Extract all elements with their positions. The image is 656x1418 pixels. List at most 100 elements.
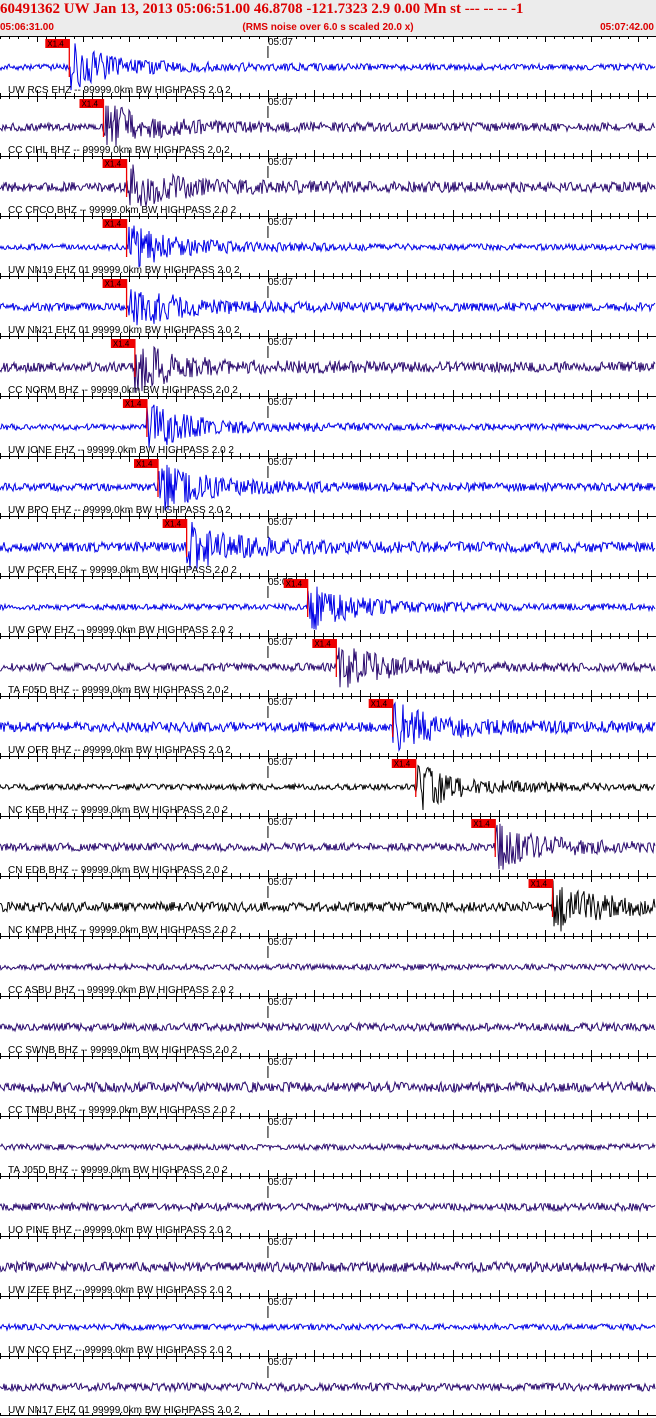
minute-label: 05:07: [268, 997, 293, 1008]
minute-label: 05:07: [268, 697, 293, 708]
waveform: [0, 521, 656, 569]
minute-label: 05:07: [268, 277, 293, 288]
waveform: [0, 289, 656, 326]
station-label: CC NORM BHZ -- 99999.0km BW HIGHPASS 2.0…: [8, 385, 238, 396]
trace-row: 05:07 X1.4 UW BPO EHZ -- 99999.0km BW HIGH…: [0, 456, 656, 516]
station-label: CC TMBU BHZ -- 99999.0km BW HIGHPASS 2.0…: [8, 1105, 236, 1116]
pick-label: X1.4: [394, 760, 411, 769]
minute-label: 05:07: [268, 937, 293, 948]
trace-row: 05:07 TA J05D BHZ -- 99999.0km BW HIGHPAS…: [0, 1116, 656, 1176]
pick-label: X1.4: [105, 160, 122, 169]
waveform: [0, 404, 656, 448]
minute-label: 05:07: [268, 877, 293, 888]
trace-row: 05:07 X1.4 CC CPCO BHZ -- 99999.0km BW HIG…: [0, 156, 656, 216]
station-label: CC SWNB BHZ -- 99999.0km BW HIGHPASS 2.0…: [8, 1045, 238, 1056]
station-label: CC CIHL BHZ -- 99999.0km BW HIGHPASS 2.0…: [8, 145, 230, 156]
end-time: 05:07:42.00: [600, 22, 654, 33]
pick-label: X1.4: [113, 340, 130, 349]
minute-label: 05:07: [268, 517, 293, 528]
trace-row: 05:07 X1.4 CN EDB BHZ -- 99999.0km BW HIGH…: [0, 816, 656, 876]
waveform: [0, 164, 656, 207]
waveform: [0, 586, 656, 630]
minute-label: 05:07: [268, 1117, 293, 1128]
station-label: CN EDB BHZ -- 99999.0km BW HIGHPASS 2.0 …: [8, 865, 228, 876]
waveform: [0, 1381, 656, 1393]
waveform: [0, 1080, 656, 1094]
event-title: 60491362 UW Jan 13, 2013 05:06:51.00 46.…: [0, 1, 524, 17]
trace-row: 05:07 X1.4 UW OFR BHZ -- 99999.0km BW HIGH…: [0, 696, 656, 756]
trace-row: 05:07 UW NCO EHZ -- 99999.0km BW HIGHPASS…: [0, 1296, 656, 1356]
station-label: TA J05D BHZ -- 99999.0km BW HIGHPASS 2.0…: [8, 1165, 228, 1176]
pick-label: X1.4: [165, 520, 182, 529]
minute-label: 05:07: [268, 97, 293, 108]
station-label: UW PCFR EHZ -- 99999.0km BW HIGHPASS 2.0…: [8, 565, 237, 576]
minute-label: 05:07: [268, 337, 293, 348]
station-label: UW BPO EHZ -- 99999.0km BW HIGHPASS 2.0 …: [8, 505, 231, 516]
waveform: [0, 764, 655, 811]
trace-row: 05:07 X1.4 UW PCFR EHZ -- 99999.0km BW HIG…: [0, 516, 656, 576]
station-label: UW OFR BHZ -- 99999.0km BW HIGHPASS 2.0 …: [8, 745, 231, 756]
waveform: [0, 823, 656, 870]
trace-row: 05:07 X1.4 NC KMPB HHZ -- 99999.0km BW HIG…: [0, 876, 656, 936]
waveform: [0, 225, 656, 268]
minute-label: 05:07: [268, 457, 293, 468]
pick-label: X1.4: [105, 220, 122, 229]
minute-label: 05:07: [268, 637, 293, 648]
minute-label: 05:07: [268, 1057, 293, 1068]
waveform: [0, 105, 656, 147]
waveform: [0, 464, 656, 511]
minute-label: 05:07: [268, 1357, 293, 1368]
minute-label: 05:07: [268, 217, 293, 228]
pick-label: X1.4: [371, 700, 388, 709]
trace-row: 05:07 X1.4 UW IONE EHZ -- 99999.0km BW HIG…: [0, 396, 656, 456]
trace-row: 05:07X1.4UW GPW EHZ -- 99999.0km BW HIGH…: [0, 576, 656, 636]
pick-label: X1.4: [286, 580, 303, 589]
trace-row: 05:07 X1.4 UW NN19 EHZ 01 99999.0km BW HIG…: [0, 216, 656, 276]
trace-row: 05:07 CC TMBU BHZ -- 99999.0km BW HIGHPAS…: [0, 1056, 656, 1116]
waveform: [0, 1142, 656, 1152]
waveform: [0, 880, 656, 932]
pick-label: X1.4: [314, 640, 331, 649]
station-label: UW IONE EHZ -- 99999.0km BW HIGHPASS 2.0…: [8, 445, 234, 456]
header: 60491362 UW Jan 13, 2013 05:06:51.00 46.…: [0, 0, 656, 36]
minute-label: 05:07: [268, 157, 293, 168]
pick-label: X1.4: [125, 400, 142, 409]
trace-row: 05:07 X1.4 UW RCS EHZ -- 99999.0km BW HIGH…: [0, 36, 656, 96]
seismogram-plot: 05:07 X1.4 UW RCS EHZ -- 99999.0km BW HIGH…: [0, 36, 656, 1416]
station-label: UW IZEE BHZ -- 99999.0km BW HIGHPASS 2.0…: [8, 1285, 232, 1296]
trace-row: 05:07 CC ASBU BHZ -- 99999.0km BW HIGHPAS…: [0, 936, 656, 996]
minute-label: 05:07: [268, 37, 293, 48]
minute-label: 05:07: [268, 397, 293, 408]
pick-label: X1.4: [531, 880, 548, 889]
pick-label: X1.4: [473, 820, 490, 829]
trace-row: 05:07 UW IZEE BHZ -- 99999.0km BW HIGHPAS…: [0, 1236, 656, 1296]
trace-row: 05:07 CC SWNB BHZ -- 99999.0km BW HIGHPAS…: [0, 996, 656, 1056]
station-label: UW NN17 EHZ 01 99999.0km BW HIGHPASS 2.0…: [8, 1405, 240, 1416]
waveform: [0, 1260, 656, 1274]
trace-row: 05:07 X1.4 UW NN21 EHZ 01 99999.0km BW HIG…: [0, 276, 656, 336]
trace-row: 05:07 X1.4 TA F05D BHZ -- 99999.0km BW HIG…: [0, 636, 656, 696]
waveform: [0, 647, 656, 688]
pick-label: X1.4: [136, 460, 153, 469]
station-label: CC CPCO BHZ -- 99999.0km BW HIGHPASS 2.0…: [8, 205, 237, 216]
pick-label: X1.4: [105, 280, 122, 289]
waveform: [0, 1322, 656, 1332]
waveform: [0, 1201, 656, 1213]
waveform: [0, 1021, 656, 1033]
station-label: UW NN19 EHZ 01 99999.0km BW HIGHPASS 2.0…: [8, 265, 240, 276]
pick-label: X1.4: [47, 40, 64, 49]
station-label: UW GPW EHZ -- 99999.0km BW HIGHPASS 2.0 …: [8, 625, 234, 636]
waveform: [0, 701, 656, 753]
minute-label: 05:07: [268, 1237, 293, 1248]
minute-label: 05:07: [268, 757, 293, 768]
minute-label: 05:07: [268, 1177, 293, 1188]
station-label: CC ASBU BHZ -- 99999.0km BW HIGHPASS 2.0…: [8, 985, 234, 996]
station-label: NC KMPB HHZ -- 99999.0km BW HIGHPASS 2.0…: [8, 925, 237, 936]
minute-label: 05:07: [268, 1297, 293, 1308]
trace-row: 05:07 UW NN17 EHZ 01 99999.0km BW HIGHPAS…: [0, 1356, 656, 1416]
scale-note: (RMS noise over 6.0 s scaled 20.0 x): [242, 22, 414, 33]
trace-row: 05:07 X1.4 NC KEB HHZ -- 99999.0km BW HIGH…: [0, 756, 656, 816]
station-label: UW NN21 EHZ 01 99999.0km BW HIGHPASS 2.0…: [8, 325, 240, 336]
pick-label: X1.4: [81, 100, 98, 109]
station-label: UW RCS EHZ -- 99999.0km BW HIGHPASS 2.0 …: [8, 85, 231, 96]
